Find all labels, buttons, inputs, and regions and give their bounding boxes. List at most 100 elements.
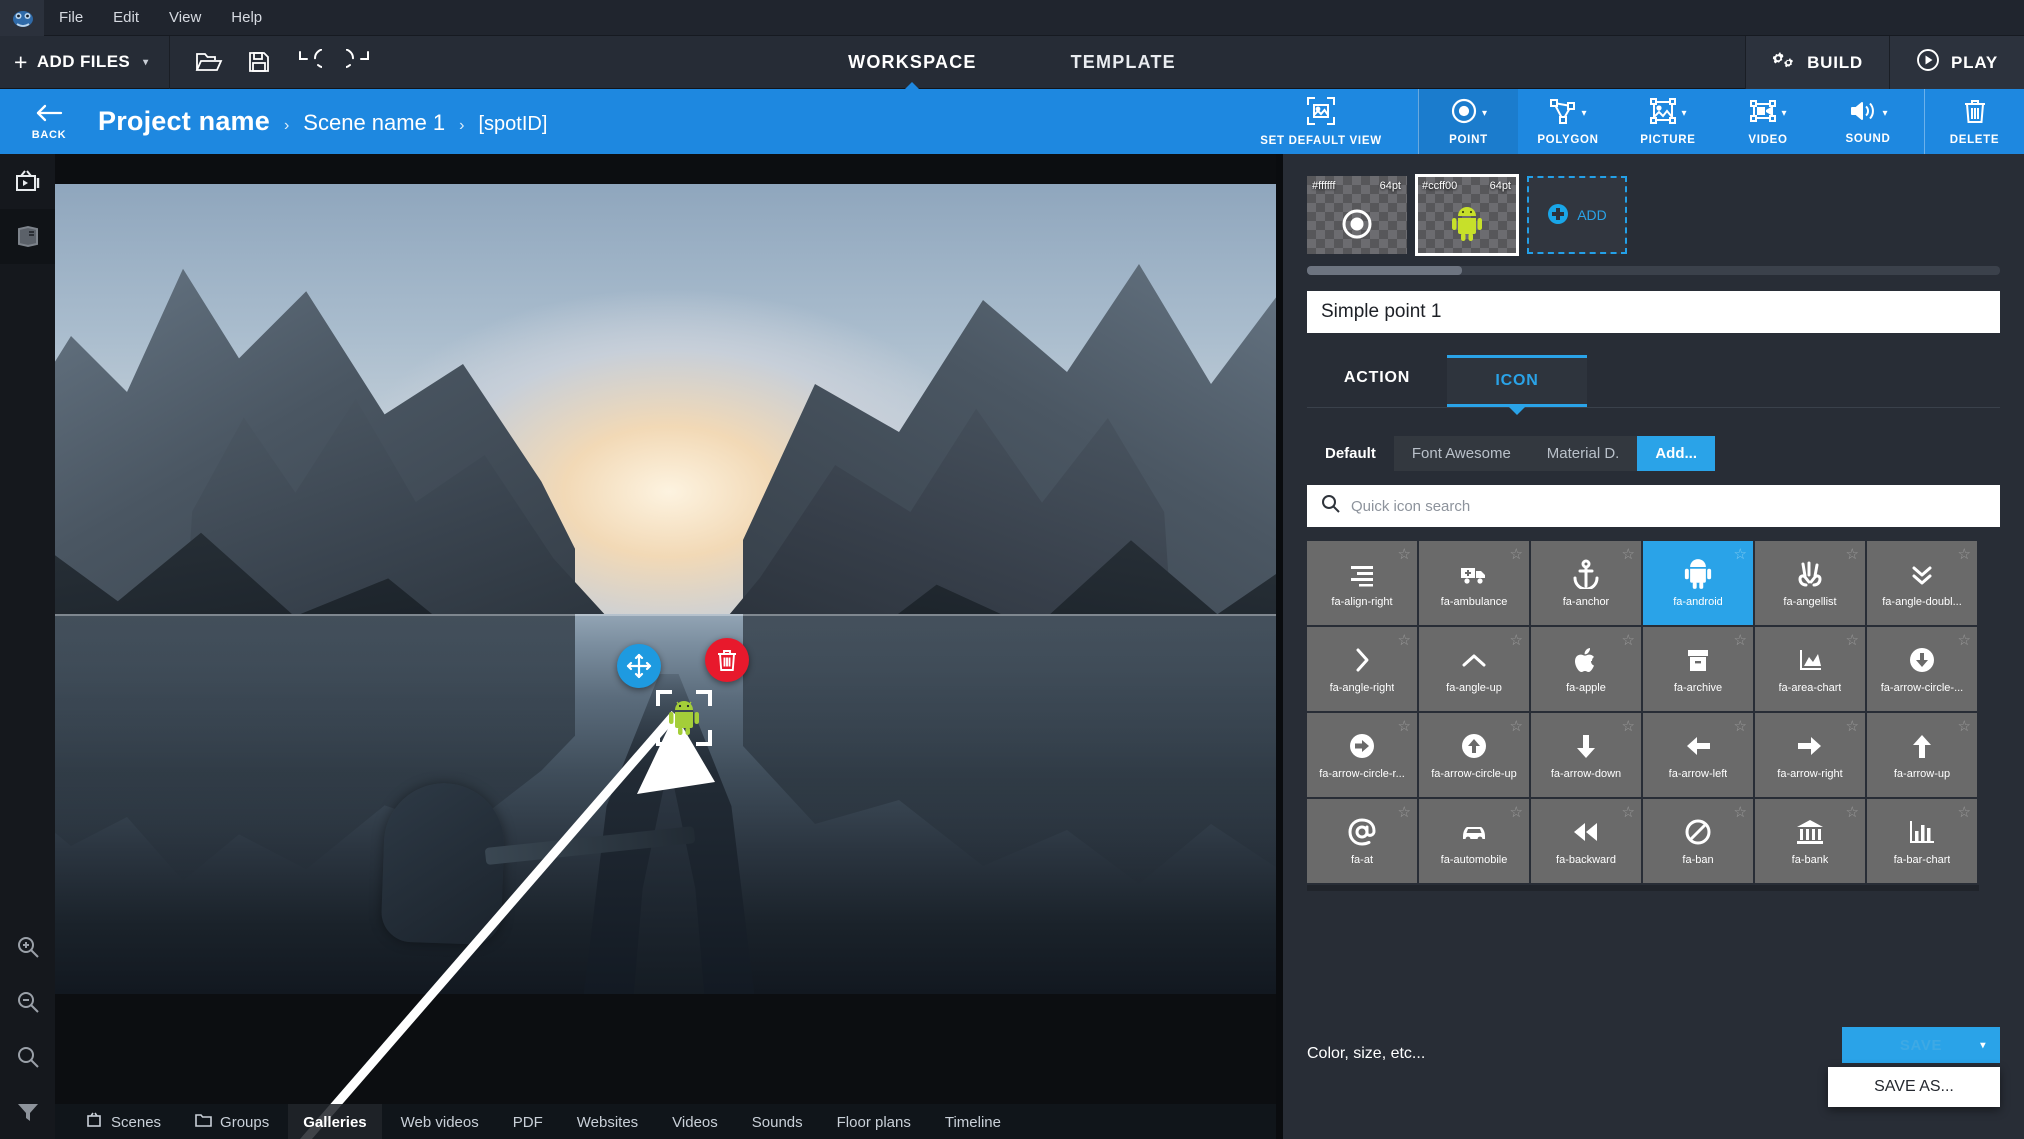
menu-item-file[interactable]: File xyxy=(44,0,98,36)
add-icon-variant-button[interactable]: ADD xyxy=(1527,176,1627,254)
favorite-star-icon[interactable]: ☆ xyxy=(1398,631,1411,649)
back-button[interactable]: BACK xyxy=(0,89,98,154)
menu-item-help[interactable]: Help xyxy=(216,0,277,36)
favorite-star-icon[interactable]: ☆ xyxy=(1846,631,1859,649)
icon-variant-1[interactable]: #ffffff 64pt xyxy=(1307,176,1407,254)
icon-cell-arrow-circle-right[interactable]: ☆ fa-arrow-circle-r... xyxy=(1307,713,1419,799)
filter-icon[interactable] xyxy=(0,1084,55,1139)
icon-cell-arrow-circle-down[interactable]: ☆ fa-arrow-circle-... xyxy=(1867,627,1979,713)
breadcrumb-scene[interactable]: Scene name 1 xyxy=(303,110,445,136)
tab-floor-plans[interactable]: Floor plans xyxy=(822,1104,926,1139)
variant-scrollbar-thumb[interactable] xyxy=(1307,266,1462,275)
tab-icon[interactable]: ICON xyxy=(1447,355,1587,415)
icon-search-box[interactable]: Quick icon search xyxy=(1307,485,2000,527)
tab-websites[interactable]: Websites xyxy=(562,1104,653,1139)
tab-timeline[interactable]: Timeline xyxy=(930,1104,1016,1139)
favorite-star-icon[interactable]: ☆ xyxy=(1622,545,1635,563)
icon-cell-backward[interactable]: ☆ fa-backward xyxy=(1531,799,1643,885)
panorama-image[interactable] xyxy=(55,184,1283,994)
favorite-star-icon[interactable]: ☆ xyxy=(1958,631,1971,649)
video-tool-button[interactable]: ▾ VIDEO xyxy=(1718,89,1818,154)
tab-groups[interactable]: Groups xyxy=(180,1104,284,1139)
point-dropdown-caret[interactable]: ▾ xyxy=(1482,108,1487,119)
icon-grid[interactable]: ☆ fa-align-right ☆ fa-ambulance ☆ fa-anchor ☆ f… xyxy=(1307,541,1979,891)
icon-cell-anchor[interactable]: ☆ fa-anchor xyxy=(1531,541,1643,627)
icon-cell-ban[interactable]: ☆ fa-ban xyxy=(1643,799,1755,885)
favorite-star-icon[interactable]: ☆ xyxy=(1510,717,1523,735)
tab-sounds[interactable]: Sounds xyxy=(737,1104,818,1139)
delete-tool-button[interactable]: DELETE xyxy=(1924,89,2024,154)
favorite-star-icon[interactable]: ☆ xyxy=(1510,631,1523,649)
icon-set-font-awesome[interactable]: Font Awesome xyxy=(1393,436,1529,471)
favorite-star-icon[interactable]: ☆ xyxy=(1510,545,1523,563)
icon-cell-archive[interactable]: ☆ fa-archive xyxy=(1643,627,1755,713)
picture-dropdown-caret[interactable]: ▾ xyxy=(1681,108,1686,119)
search-icon[interactable] xyxy=(0,1029,55,1084)
favorite-star-icon[interactable]: ☆ xyxy=(1622,803,1635,821)
tab-template[interactable]: TEMPLATE xyxy=(1067,52,1180,73)
favorite-star-icon[interactable]: ☆ xyxy=(1398,545,1411,563)
hotspot-move-handle[interactable] xyxy=(617,644,661,688)
favorite-star-icon[interactable]: ☆ xyxy=(1734,717,1747,735)
add-files-button[interactable]: + ADD FILES ▾ xyxy=(0,35,170,89)
icon-cell-area-chart[interactable]: ☆ fa-area-chart xyxy=(1755,627,1867,713)
icon-cell-apple[interactable]: ☆ fa-apple xyxy=(1531,627,1643,713)
icon-cell-bar-chart[interactable]: ☆ fa-bar-chart xyxy=(1867,799,1979,885)
icon-cell-automobile[interactable]: ☆ fa-automobile xyxy=(1419,799,1531,885)
favorite-star-icon[interactable]: ☆ xyxy=(1398,803,1411,821)
icon-cell-align-right[interactable]: ☆ fa-align-right xyxy=(1307,541,1419,627)
menu-item-view[interactable]: View xyxy=(154,0,216,36)
hotspot-delete-handle[interactable] xyxy=(705,638,749,682)
favorite-star-icon[interactable]: ☆ xyxy=(1846,803,1859,821)
point-tool-button[interactable]: ▾ POINT xyxy=(1418,89,1518,154)
icon-cell-angle-double-down[interactable]: ☆ fa-angle-doubl... xyxy=(1867,541,1979,627)
selected-hotspot[interactable] xyxy=(656,690,712,746)
favorite-star-icon[interactable]: ☆ xyxy=(1734,631,1747,649)
sound-tool-button[interactable]: ▾ SOUND xyxy=(1818,89,1918,154)
tab-videos[interactable]: Videos xyxy=(657,1104,733,1139)
hotspot-name-input[interactable]: Simple point 1 xyxy=(1307,291,2000,333)
chevron-down-icon[interactable]: ▾ xyxy=(1980,1040,1986,1051)
menu-item-edit[interactable]: Edit xyxy=(98,0,154,36)
favorite-star-icon[interactable]: ☆ xyxy=(1958,803,1971,821)
breadcrumb-spot-id[interactable]: [spotID] xyxy=(479,113,548,136)
tab-web-videos[interactable]: Web videos xyxy=(386,1104,494,1139)
panorama-stage[interactable]: Scenes Groups Galleries Web videos PDF W… xyxy=(55,154,1283,1139)
panel-splitter[interactable] xyxy=(1276,154,1283,1139)
favorite-star-icon[interactable]: ☆ xyxy=(1958,545,1971,563)
sound-dropdown-caret[interactable]: ▾ xyxy=(1882,108,1887,119)
icon-set-add-button[interactable]: Add... xyxy=(1637,436,1715,471)
favorite-star-icon[interactable]: ☆ xyxy=(1510,803,1523,821)
redo-icon[interactable] xyxy=(338,41,380,83)
save-button[interactable]: SAVE ▾ xyxy=(1842,1027,2000,1063)
polygon-dropdown-caret[interactable]: ▾ xyxy=(1581,108,1586,119)
picture-tool-button[interactable]: ▾ PICTURE xyxy=(1618,89,1718,154)
icon-cell-angle-right[interactable]: ☆ fa-angle-right xyxy=(1307,627,1419,713)
undo-icon[interactable] xyxy=(288,41,330,83)
icon-cell-at[interactable]: ☆ fa-at xyxy=(1307,799,1419,885)
zoom-in-icon[interactable] xyxy=(0,919,55,974)
icon-cell-arrow-circle-up[interactable]: ☆ fa-arrow-circle-up xyxy=(1419,713,1531,799)
tab-workspace[interactable]: WORKSPACE xyxy=(844,52,980,91)
icon-cell-angellist[interactable]: ☆ fa-angellist xyxy=(1755,541,1867,627)
favorite-star-icon[interactable]: ☆ xyxy=(1622,631,1635,649)
icon-cell-arrow-left[interactable]: ☆ fa-arrow-left xyxy=(1643,713,1755,799)
build-button[interactable]: BUILD xyxy=(1745,36,1890,89)
icon-cell-arrow-up[interactable]: ☆ fa-arrow-up xyxy=(1867,713,1979,799)
breadcrumb-project[interactable]: Project name xyxy=(98,106,270,137)
favorite-star-icon[interactable]: ☆ xyxy=(1622,717,1635,735)
icon-cell-arrow-down[interactable]: ☆ fa-arrow-down xyxy=(1531,713,1643,799)
favorite-star-icon[interactable]: ☆ xyxy=(1398,717,1411,735)
icon-variant-2[interactable]: #ccff00 64pt xyxy=(1415,174,1519,256)
favorite-star-icon[interactable]: ☆ xyxy=(1846,545,1859,563)
book-icon[interactable] xyxy=(0,209,55,264)
zoom-out-icon[interactable] xyxy=(0,974,55,1029)
icon-cell-bank[interactable]: ☆ fa-bank xyxy=(1755,799,1867,885)
play-button[interactable]: PLAY xyxy=(1889,36,2024,89)
video-dropdown-caret[interactable]: ▾ xyxy=(1781,108,1786,119)
icon-cell-ambulance[interactable]: ☆ fa-ambulance xyxy=(1419,541,1531,627)
tab-galleries[interactable]: Galleries xyxy=(288,1104,382,1139)
favorite-star-icon[interactable]: ☆ xyxy=(1958,717,1971,735)
save-disk-icon[interactable] xyxy=(238,41,280,83)
tab-action[interactable]: ACTION xyxy=(1307,355,1447,407)
